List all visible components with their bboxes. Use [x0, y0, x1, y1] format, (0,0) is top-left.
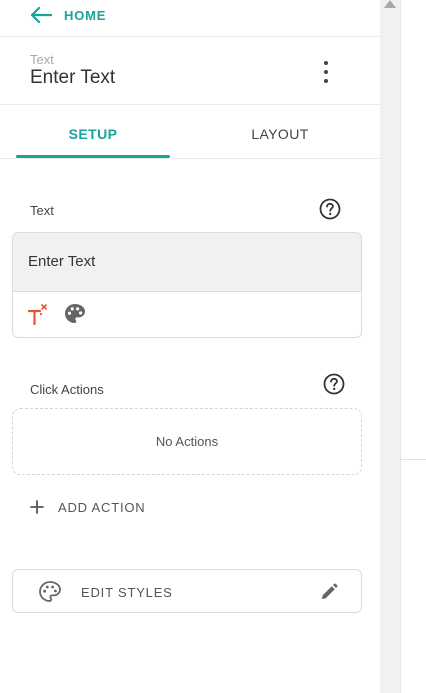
- back-home-label: HOME: [64, 7, 107, 23]
- back-home-link[interactable]: HOME: [30, 4, 106, 26]
- canvas-divider: [400, 459, 426, 460]
- add-action-button[interactable]: ADD ACTION: [30, 497, 145, 517]
- text-editor: Enter Text: [12, 232, 362, 338]
- tab-setup[interactable]: SETUP: [16, 126, 170, 142]
- scroll-up-icon[interactable]: [384, 0, 396, 8]
- panel-scrollbar[interactable]: [380, 0, 400, 693]
- text-toolbar: [13, 292, 361, 337]
- text-value-field[interactable]: Enter Text: [13, 233, 361, 292]
- click-actions-label: Click Actions: [30, 382, 104, 397]
- click-actions-list: No Actions: [12, 408, 362, 475]
- tab-layout[interactable]: LAYOUT: [203, 126, 357, 142]
- pencil-icon[interactable]: [320, 583, 338, 601]
- plus-icon: [30, 500, 44, 514]
- header-divider: [0, 36, 380, 37]
- no-actions-text: No Actions: [155, 434, 219, 449]
- title-divider: [0, 104, 380, 105]
- arrow-left-icon: [30, 7, 52, 23]
- text-section-label: Text: [30, 203, 54, 218]
- properties-panel: HOME Text Enter Text SETUP LAYOUT Text E…: [0, 0, 380, 693]
- help-circle-icon[interactable]: [323, 373, 345, 395]
- palette-icon: [39, 581, 61, 602]
- edit-styles-button[interactable]: EDIT STYLES: [12, 569, 362, 613]
- palette-icon[interactable]: [63, 302, 87, 326]
- magic-text-icon[interactable]: [25, 302, 51, 328]
- more-vertical-icon[interactable]: [318, 60, 334, 84]
- tabs-divider: [0, 158, 380, 159]
- component-title: Enter Text: [30, 67, 116, 88]
- help-circle-icon[interactable]: [319, 198, 341, 220]
- add-action-label: ADD ACTION: [58, 499, 146, 515]
- component-kind: Text: [30, 52, 54, 67]
- canvas-area: [400, 0, 426, 693]
- edit-styles-label: EDIT STYLES: [81, 585, 173, 600]
